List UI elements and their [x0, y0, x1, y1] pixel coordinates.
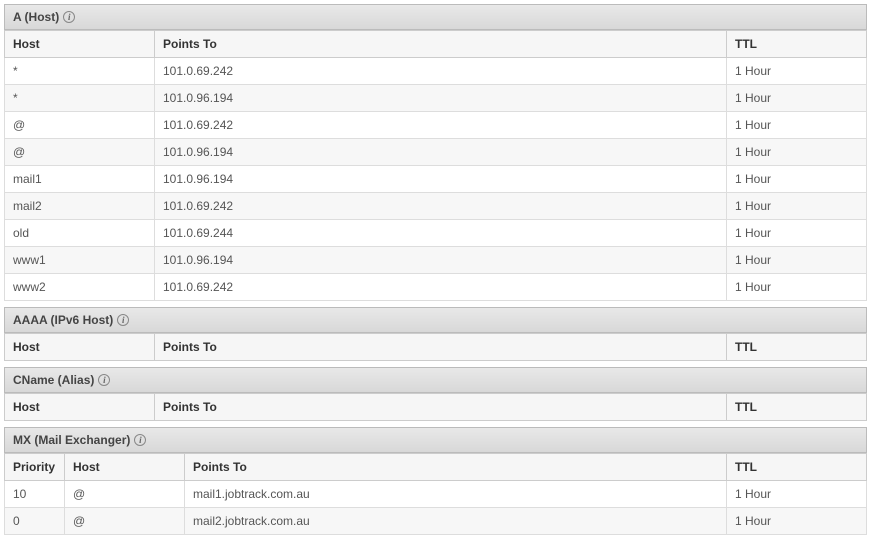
cell-ttl: 1 Hour [727, 508, 867, 535]
table-row[interactable]: 0 @ mail2.jobtrack.com.au 1 Hour [5, 508, 867, 535]
cell-host: www1 [5, 247, 155, 274]
cell-host: * [5, 85, 155, 112]
col-points-to: Points To [155, 394, 727, 421]
col-host: Host [5, 394, 155, 421]
cell-host: @ [5, 112, 155, 139]
aaaa-host-header: AAAA (IPv6 Host) i [4, 307, 867, 333]
table-row[interactable]: www1 101.0.96.194 1 Hour [5, 247, 867, 274]
info-icon[interactable]: i [98, 374, 110, 386]
info-icon[interactable]: i [63, 11, 75, 23]
cname-header: CName (Alias) i [4, 367, 867, 393]
col-priority: Priority [5, 454, 65, 481]
col-ttl: TTL [727, 454, 867, 481]
cname-section: CName (Alias) i Host Points To TTL [4, 367, 867, 421]
col-host: Host [5, 31, 155, 58]
cell-priority: 10 [5, 481, 65, 508]
table-row[interactable]: 10 @ mail1.jobtrack.com.au 1 Hour [5, 481, 867, 508]
cell-ttl: 1 Hour [727, 247, 867, 274]
aaaa-host-section: AAAA (IPv6 Host) i Host Points To TTL [4, 307, 867, 361]
col-ttl: TTL [727, 334, 867, 361]
cell-host: www2 [5, 274, 155, 301]
col-host: Host [5, 334, 155, 361]
cell-points-to: 101.0.69.242 [155, 58, 727, 85]
a-host-table: Host Points To TTL * 101.0.69.242 1 Hour… [4, 30, 867, 301]
cell-points-to: 101.0.96.194 [155, 247, 727, 274]
cell-ttl: 1 Hour [727, 166, 867, 193]
table-row[interactable]: * 101.0.96.194 1 Hour [5, 85, 867, 112]
cell-host: @ [5, 139, 155, 166]
cell-ttl: 1 Hour [727, 58, 867, 85]
cell-host: @ [65, 481, 185, 508]
col-ttl: TTL [727, 31, 867, 58]
cell-points-to: mail1.jobtrack.com.au [185, 481, 727, 508]
col-points-to: Points To [155, 31, 727, 58]
cell-ttl: 1 Hour [727, 481, 867, 508]
cell-host: mail2 [5, 193, 155, 220]
col-points-to: Points To [155, 334, 727, 361]
cell-host: old [5, 220, 155, 247]
a-host-section: A (Host) i Host Points To TTL * 101.0.69… [4, 4, 867, 301]
mx-title: MX (Mail Exchanger) [13, 433, 130, 447]
mx-section: MX (Mail Exchanger) i Priority Host Poin… [4, 427, 867, 535]
info-icon[interactable]: i [134, 434, 146, 446]
table-row[interactable]: @ 101.0.96.194 1 Hour [5, 139, 867, 166]
col-points-to: Points To [185, 454, 727, 481]
cname-title: CName (Alias) [13, 373, 94, 387]
table-row[interactable]: mail1 101.0.96.194 1 Hour [5, 166, 867, 193]
mx-header: MX (Mail Exchanger) i [4, 427, 867, 453]
aaaa-host-table: Host Points To TTL [4, 333, 867, 361]
cell-points-to: 101.0.69.244 [155, 220, 727, 247]
col-ttl: TTL [727, 394, 867, 421]
cell-priority: 0 [5, 508, 65, 535]
col-host: Host [65, 454, 185, 481]
cname-table: Host Points To TTL [4, 393, 867, 421]
cell-points-to: 101.0.69.242 [155, 193, 727, 220]
cell-host: mail1 [5, 166, 155, 193]
cell-ttl: 1 Hour [727, 274, 867, 301]
mx-table: Priority Host Points To TTL 10 @ mail1.j… [4, 453, 867, 535]
table-row[interactable]: old 101.0.69.244 1 Hour [5, 220, 867, 247]
cell-ttl: 1 Hour [727, 112, 867, 139]
cell-points-to: 101.0.96.194 [155, 85, 727, 112]
cell-ttl: 1 Hour [727, 220, 867, 247]
a-host-title: A (Host) [13, 10, 59, 24]
cell-host: * [5, 58, 155, 85]
cell-points-to: 101.0.69.242 [155, 112, 727, 139]
cell-host: @ [65, 508, 185, 535]
cell-points-to: 101.0.69.242 [155, 274, 727, 301]
info-icon[interactable]: i [117, 314, 129, 326]
cell-points-to: mail2.jobtrack.com.au [185, 508, 727, 535]
cell-points-to: 101.0.96.194 [155, 166, 727, 193]
cell-points-to: 101.0.96.194 [155, 139, 727, 166]
cell-ttl: 1 Hour [727, 85, 867, 112]
table-row[interactable]: @ 101.0.69.242 1 Hour [5, 112, 867, 139]
cell-ttl: 1 Hour [727, 139, 867, 166]
table-row[interactable]: www2 101.0.69.242 1 Hour [5, 274, 867, 301]
aaaa-host-title: AAAA (IPv6 Host) [13, 313, 113, 327]
cell-ttl: 1 Hour [727, 193, 867, 220]
table-row[interactable]: mail2 101.0.69.242 1 Hour [5, 193, 867, 220]
table-row[interactable]: * 101.0.69.242 1 Hour [5, 58, 867, 85]
a-host-header: A (Host) i [4, 4, 867, 30]
